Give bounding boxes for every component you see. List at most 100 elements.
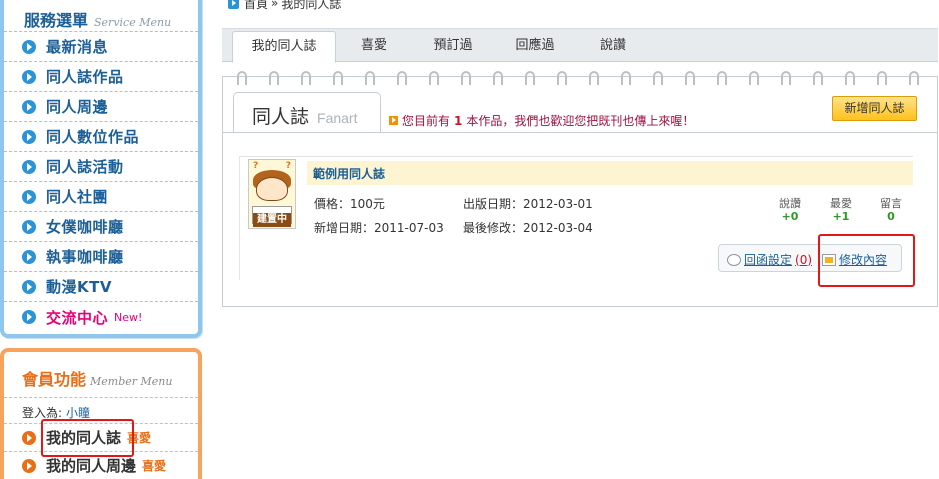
member-menu: 會員功能 Member Menu 登入為: 小瞳 我的同人誌 喜愛 我的同人周邊 喜… [0, 348, 202, 479]
member-menu-title: 會員功能 [22, 370, 87, 389]
edit-note-icon [822, 253, 836, 266]
binder-ring [621, 71, 631, 85]
binder-ring [333, 71, 343, 85]
member-item-label: 我的同人誌 [46, 429, 122, 447]
service-item-butler-cafe[interactable]: 執事咖啡廳 [4, 242, 198, 272]
binder-ring [365, 71, 375, 85]
play-bullet-icon [22, 159, 36, 174]
tab-favorites[interactable]: 喜愛 [336, 31, 412, 62]
added-date-value: 2011-07-03 [374, 221, 444, 235]
member-item-label: 我的同人周邊 [46, 457, 137, 475]
modified-date-value: 2012-03-04 [523, 221, 593, 235]
panel-tab-divider [223, 132, 937, 133]
play-bullet-icon [22, 219, 36, 234]
service-item-label: 同人社團 [46, 188, 109, 206]
binder-ring [461, 71, 471, 85]
binder-ring [269, 71, 279, 85]
reply-settings-link[interactable]: 回函設定 (0) [727, 251, 812, 268]
modified-date-label: 最後修改： [463, 221, 524, 235]
edit-content-label: 修改內容 [839, 253, 888, 267]
service-item-label: 女僕咖啡廳 [46, 218, 124, 236]
binder-ring [845, 71, 855, 85]
play-bullet-icon [22, 39, 36, 54]
service-menu-title-en: Service Menu [94, 16, 172, 29]
work-thumbnail[interactable]: ? ? 建置中 [248, 159, 296, 229]
service-item-events[interactable]: 同人誌活動 [4, 152, 198, 182]
work-title-link[interactable]: 範例用同人誌 [313, 167, 385, 181]
work-modified-date: 最後修改：2012-03-04 [463, 219, 593, 236]
service-item-label: 最新消息 [46, 38, 109, 56]
stat-favorites-value: +1 [832, 210, 850, 223]
member-item-favorites-link[interactable]: 喜愛 [127, 429, 151, 446]
service-item-anime-ktv[interactable]: 動漫KTV [4, 272, 198, 302]
play-bullet-icon [22, 310, 36, 324]
username-link[interactable]: 小瞳 [66, 406, 90, 420]
tab-liked[interactable]: 說讚 [576, 31, 650, 62]
play-bullet-icon [22, 99, 36, 114]
binder-ring [301, 71, 311, 85]
tab-strip: 我的同人誌 喜愛 預訂過 回應過 說讚 [222, 28, 938, 63]
tab-replied[interactable]: 回應過 [494, 31, 576, 62]
service-item-fanart-works[interactable]: 同人誌作品 [4, 62, 198, 92]
work-publish-date: 出版日期：2012-03-01 [463, 195, 593, 212]
binder-ring [493, 71, 503, 85]
member-item-my-merch[interactable]: 我的同人周邊 喜愛 [4, 452, 198, 479]
stat-comments-label: 留言 [880, 197, 902, 210]
work-actions: 回函設定 (0) 修改內容 [718, 244, 902, 272]
notice-count: 1 [454, 113, 463, 128]
binder-ring [749, 71, 759, 85]
service-item-exchange-center[interactable]: 交流中心 New! [4, 302, 198, 332]
service-item-merch[interactable]: 同人周邊 [4, 92, 198, 122]
work-count-notice: 您目前有 1 本作品，我們也歡迎您把既刊也傳上來喔！ [389, 112, 694, 129]
play-bullet-icon [22, 189, 36, 204]
price-value: 100元 [350, 197, 385, 211]
service-item-clubs[interactable]: 同人社團 [4, 182, 198, 212]
panel-section-tab: 同人誌 Fanart [233, 92, 381, 132]
edit-content-link[interactable]: 修改內容 [822, 251, 887, 268]
service-item-maid-cafe[interactable]: 女僕咖啡廳 [4, 212, 198, 242]
member-menu-title-en: Member Menu [90, 375, 173, 388]
member-item-favorites-link[interactable]: 喜愛 [142, 457, 166, 474]
binder-ring [685, 71, 695, 85]
service-menu: 服務選單 Service Menu 最新消息 同人誌作品 同人周邊 同人數位作品 … [0, 0, 202, 338]
member-item-my-fanart[interactable]: 我的同人誌 喜愛 [4, 424, 198, 452]
service-item-label: 交流中心 [46, 308, 109, 327]
add-fanart-button[interactable]: 新增同人誌 [832, 96, 917, 121]
stat-likes-value: +0 [781, 210, 799, 223]
tab-preordered[interactable]: 預訂過 [412, 31, 494, 62]
login-label: 登入為: [22, 406, 63, 420]
service-item-label: 同人周邊 [46, 98, 109, 116]
service-menu-title: 服務選單 [24, 11, 89, 30]
added-date-label: 新增日期： [314, 221, 375, 235]
service-item-digital-works[interactable]: 同人數位作品 [4, 122, 198, 152]
breadcrumb-current: 我的同人誌 [281, 0, 342, 11]
chat-bubble-icon [727, 253, 741, 266]
play-bullet-icon [22, 69, 36, 84]
question-mark-icon: ? [253, 161, 259, 171]
service-item-news[interactable]: 最新消息 [4, 32, 198, 62]
new-badge: New! [114, 310, 143, 324]
binder-ring [557, 71, 567, 85]
work-added-date: 新增日期：2011-07-03 [314, 219, 444, 236]
fanart-panel: 同人誌 Fanart 您目前有 1 本作品，我們也歡迎您把既刊也傳上來喔！ 新增同… [222, 71, 938, 307]
mascot-face [256, 177, 288, 201]
service-item-label: 同人誌作品 [46, 68, 124, 86]
binder-ring [429, 71, 439, 85]
publish-date-value: 2012-03-01 [523, 197, 593, 211]
service-item-label: 執事咖啡廳 [46, 248, 124, 266]
play-bullet-icon [22, 249, 36, 264]
under-construction-label: 建置中 [253, 213, 291, 227]
work-price: 價格：100元 [314, 195, 385, 212]
tab-my-fanart[interactable]: 我的同人誌 [232, 31, 336, 63]
play-bullet-icon [22, 279, 36, 294]
play-bullet-icon [22, 458, 36, 473]
play-bullet-icon [22, 129, 36, 144]
breadcrumb-home-link[interactable]: 首頁 [244, 0, 268, 12]
stat-favorites-label: 最愛 [830, 197, 852, 210]
service-item-label: 動漫KTV [46, 278, 112, 296]
reply-settings-label: 回函設定 [744, 253, 793, 267]
play-bullet-icon [22, 430, 36, 445]
member-menu-header: 會員功能 Member Menu [4, 352, 198, 398]
notice-suffix: 本作品，我們也歡迎您把既刊也傳上來喔！ [466, 114, 695, 128]
binder-ring [909, 71, 919, 85]
